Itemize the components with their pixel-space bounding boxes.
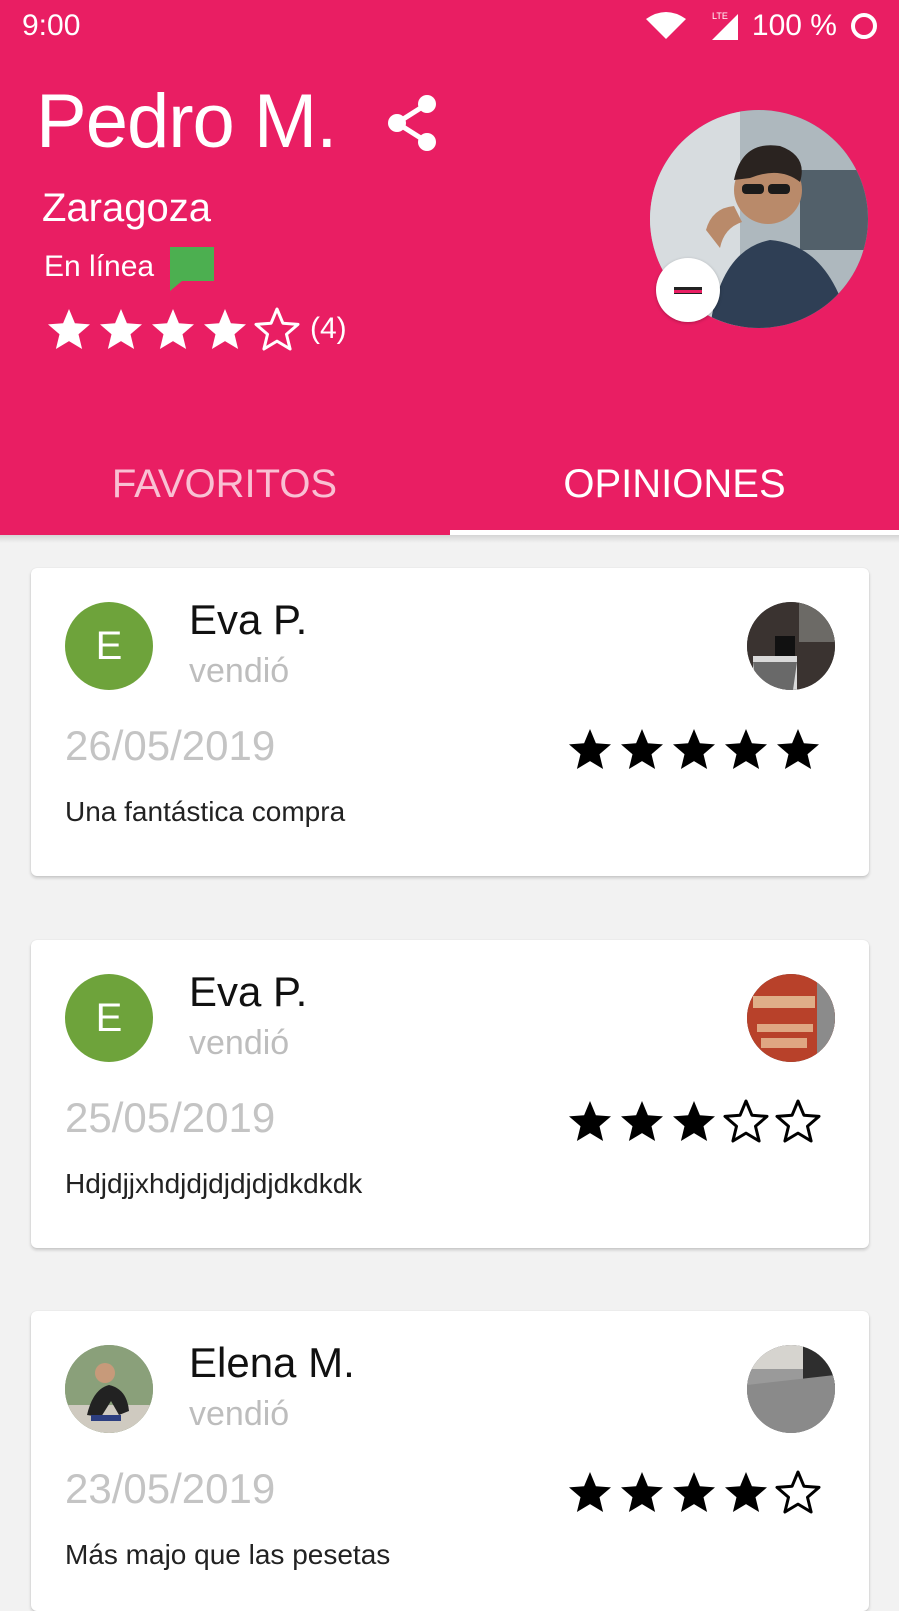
status-icons: LTE 100 % — [644, 8, 879, 44]
tab-opiniones[interactable]: OPINIONES — [450, 462, 899, 507]
review-card[interactable]: E Eva P. vendió 26/05/2019 Una fantástic… — [31, 568, 869, 876]
online-status: En línea — [44, 250, 155, 283]
star-icon — [725, 1472, 767, 1512]
product-thumbnail[interactable] — [747, 974, 835, 1062]
status-time: 9:00 — [22, 9, 81, 42]
profile-header: 9:00 LTE 100 % Pedro M. Zaragoza En líne… — [0, 0, 899, 535]
review-card[interactable]: E Eva P. vendió 25/05/2019 Hdjdjjxhdjdjd… — [31, 940, 869, 1248]
signal-icon: LTE — [711, 11, 738, 40]
review-text: Una fantástica compra — [65, 796, 346, 827]
reviewer-name: Elena M. — [189, 1339, 355, 1386]
remove-button[interactable] — [656, 258, 720, 322]
star-outline-icon — [775, 1099, 821, 1143]
profile-name: Pedro M. — [36, 79, 337, 164]
wifi-icon — [645, 12, 686, 39]
review-action: vendió — [189, 1395, 290, 1433]
star-icon — [569, 729, 611, 769]
rating-count: (4) — [310, 312, 347, 345]
star-icon — [204, 309, 246, 349]
header-shadow — [0, 535, 899, 543]
chat-bubble-icon[interactable] — [170, 247, 214, 291]
profile-stars — [46, 306, 306, 352]
review-stars — [567, 1469, 827, 1515]
star-icon — [621, 1101, 663, 1141]
review-action: vendió — [189, 652, 290, 690]
minus-icon-accent — [674, 290, 702, 293]
reviewer-name: Eva P. — [189, 968, 308, 1015]
share-icon[interactable] — [385, 92, 441, 154]
status-bar: 9:00 LTE 100 % — [0, 0, 899, 52]
reviewer-avatar[interactable] — [65, 1345, 153, 1433]
star-icon — [48, 309, 90, 349]
star-icon — [725, 729, 767, 769]
reviewer-avatar[interactable]: E — [65, 602, 153, 690]
reviewer-avatar[interactable]: E — [65, 974, 153, 1062]
reviewer-name: Eva P. — [189, 596, 308, 643]
star-outline-icon — [254, 307, 300, 351]
review-stars — [567, 1098, 827, 1144]
star-icon — [777, 729, 819, 769]
star-icon — [621, 1472, 663, 1512]
star-icon — [621, 729, 663, 769]
reviewer-photo — [65, 1345, 153, 1433]
product-thumbnail[interactable] — [747, 1345, 835, 1433]
review-action: vendió — [189, 1024, 290, 1062]
product-photo — [747, 1345, 835, 1433]
review-card[interactable]: Elena M. vendió 23/05/2019 Más majo que … — [31, 1311, 869, 1611]
star-icon — [673, 1101, 715, 1141]
tab-bar: FAVORITOS OPINIONES — [0, 436, 899, 535]
battery-text: 100 % — [751, 9, 837, 42]
star-icon — [569, 1472, 611, 1512]
review-date: 23/05/2019 — [65, 1465, 276, 1512]
star-outline-icon — [775, 1470, 821, 1514]
product-thumbnail[interactable] — [747, 602, 835, 690]
profile-rating: (4) — [46, 306, 347, 352]
book-cover-photo — [747, 974, 835, 1062]
star-icon — [152, 309, 194, 349]
review-text: Más majo que las pesetas — [65, 1539, 391, 1570]
star-icon — [673, 1472, 715, 1512]
star-icon — [673, 729, 715, 769]
product-photo — [747, 602, 835, 690]
review-date: 25/05/2019 — [65, 1094, 276, 1141]
star-icon — [569, 1101, 611, 1141]
star-outline-icon — [723, 1099, 769, 1143]
star-icon — [100, 309, 142, 349]
review-stars — [567, 726, 827, 772]
review-text: Hdjdjjxhdjdjdjdjdjdkdkdk — [65, 1168, 363, 1199]
network-type: LTE — [712, 11, 728, 21]
tab-favoritos[interactable]: FAVORITOS — [0, 462, 449, 507]
battery-ring-icon — [851, 13, 877, 39]
review-date: 26/05/2019 — [65, 722, 276, 769]
profile-city: Zaragoza — [42, 186, 211, 230]
